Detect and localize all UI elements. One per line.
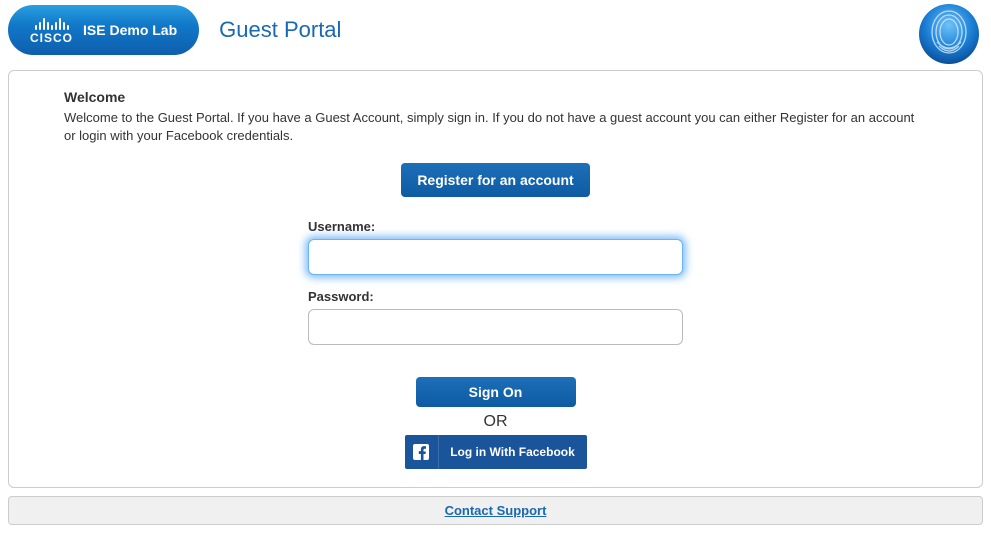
header: CISCO ISE Demo Lab Guest Portal	[0, 0, 991, 60]
signon-button[interactable]: Sign On	[416, 377, 576, 407]
login-form: Username: Password:	[308, 219, 683, 359]
username-label: Username:	[308, 219, 683, 234]
or-divider: OR	[484, 413, 508, 431]
footer-panel: Contact Support	[8, 496, 983, 525]
register-button[interactable]: Register for an account	[401, 163, 589, 197]
facebook-login-label: Log in With Facebook	[439, 445, 587, 459]
password-label: Password:	[308, 289, 683, 304]
welcome-heading: Welcome	[64, 89, 927, 105]
page-title: Guest Portal	[219, 17, 341, 43]
lab-text: ISE Demo Lab	[83, 22, 177, 38]
brand-text: CISCO	[30, 31, 73, 45]
brand-badge: CISCO ISE Demo Lab	[8, 5, 199, 55]
password-input[interactable]	[308, 309, 683, 345]
main-panel: Welcome Welcome to the Guest Portal. If …	[8, 70, 983, 488]
cisco-logo: CISCO	[30, 16, 73, 45]
contact-support-link[interactable]: Contact Support	[445, 503, 547, 518]
facebook-login-button[interactable]: Log in With Facebook	[405, 435, 587, 469]
fingerprint-icon	[917, 2, 981, 66]
username-input[interactable]	[308, 239, 683, 275]
facebook-icon	[405, 435, 439, 469]
welcome-text: Welcome to the Guest Portal. If you have…	[64, 109, 927, 145]
